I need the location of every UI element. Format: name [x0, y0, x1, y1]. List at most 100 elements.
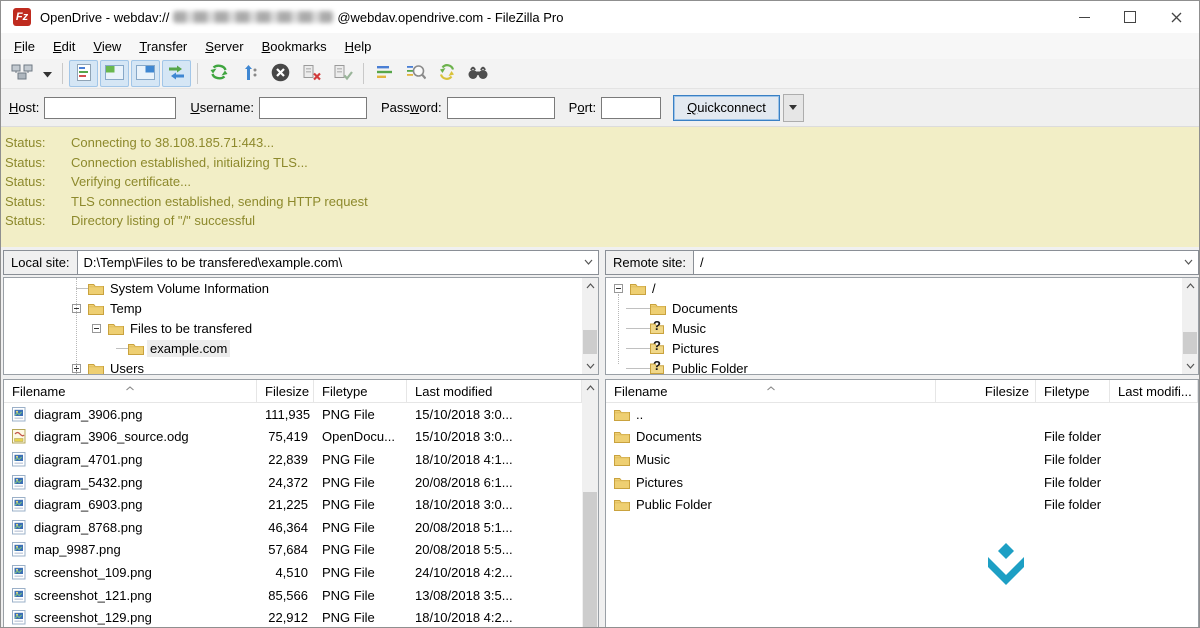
tree-connector: [632, 328, 650, 329]
file-row-screenshot-109-png[interactable]: screenshot_109.png4,510PNG File24/10/201…: [4, 561, 598, 584]
filter-icon: [376, 64, 394, 83]
menu-item-help[interactable]: Help: [336, 35, 381, 58]
remote-tree-scrollbar[interactable]: [1182, 278, 1198, 374]
process-queue-button[interactable]: [235, 60, 264, 87]
refresh-button[interactable]: [204, 60, 233, 87]
toggle-local-tree-button[interactable]: [100, 60, 129, 87]
menu-item-view[interactable]: View: [84, 35, 130, 58]
file-name-cell: Public Folder: [606, 497, 936, 513]
scroll-down-button[interactable]: [1182, 358, 1198, 374]
collapse-expander-icon[interactable]: [612, 284, 630, 293]
file-row-screenshot-121-png[interactable]: screenshot_121.png85,566PNG File13/08/20…: [4, 584, 598, 607]
reconnect-button[interactable]: [328, 60, 357, 87]
file-row-item[interactable]: ..: [606, 403, 1198, 426]
disconnect-button[interactable]: [297, 60, 326, 87]
column-header-filename[interactable]: Filename: [4, 380, 257, 402]
column-header-last-modifi[interactable]: Last modifi...: [1110, 380, 1198, 402]
menu-item-file[interactable]: File: [5, 35, 44, 58]
column-header-label: Filetype: [1044, 384, 1090, 399]
scroll-down-button[interactable]: [582, 358, 598, 374]
status-label: Status:: [5, 153, 71, 173]
column-header-filetype[interactable]: Filetype: [1036, 380, 1110, 402]
scroll-thumb[interactable]: [583, 330, 597, 354]
tree-item-example-com[interactable]: example.com: [4, 338, 598, 358]
directory-comparison-button[interactable]: [401, 60, 430, 87]
password-input[interactable]: [447, 97, 555, 119]
file-row-pictures[interactable]: PicturesFile folder: [606, 471, 1198, 494]
local-list-scrollbar[interactable]: [582, 380, 598, 628]
tree-item-pictures[interactable]: ?Pictures: [606, 338, 1198, 358]
scroll-up-button[interactable]: [582, 278, 598, 294]
toggle-transfer-queue-button[interactable]: [162, 60, 191, 87]
expand-expander-icon[interactable]: [70, 364, 88, 373]
local-tree-scrollbar[interactable]: [582, 278, 598, 374]
unknown-folder-icon: ?: [650, 322, 669, 334]
tree-item-system-volume-information[interactable]: System Volume Information: [4, 278, 598, 298]
tree-item-temp[interactable]: Temp: [4, 298, 598, 318]
file-name-cell: diagram_8768.png: [4, 519, 257, 535]
maximize-button[interactable]: [1107, 1, 1153, 33]
quickconnect-button[interactable]: Quickconnect: [673, 95, 780, 121]
file-row-map-9987-png[interactable]: map_9987.png57,684PNG File20/08/2018 5:5…: [4, 539, 598, 562]
port-label: Port:: [569, 100, 596, 115]
file-name-cell: screenshot_129.png: [4, 610, 257, 626]
file-row-diagram-3906-source-odg[interactable]: diagram_3906_source.odg75,419OpenDocu...…: [4, 426, 598, 449]
menu-item-edit[interactable]: Edit: [44, 35, 84, 58]
file-row-music[interactable]: MusicFile folder: [606, 448, 1198, 471]
username-input[interactable]: [259, 97, 367, 119]
column-header-filesize[interactable]: Filesize: [936, 380, 1036, 402]
tree-item-music[interactable]: ?Music: [606, 318, 1198, 338]
filter-button[interactable]: [370, 60, 399, 87]
local-site-path-combo[interactable]: D:\Temp\Files to be transfered\example.c…: [78, 250, 599, 275]
toggle-remote-tree-button[interactable]: [131, 60, 160, 87]
tree-item-public-folder[interactable]: ?Public Folder: [606, 358, 1198, 375]
scroll-up-button[interactable]: [582, 380, 598, 396]
column-header-last-modified[interactable]: Last modified: [407, 380, 582, 402]
collapse-expander-icon[interactable]: [90, 324, 108, 333]
menu-item-bookmarks[interactable]: Bookmarks: [253, 35, 336, 58]
site-manager-dropdown-button[interactable]: [38, 60, 56, 87]
site-manager-button[interactable]: [7, 60, 36, 87]
image-file-icon: [12, 519, 28, 535]
file-row-screenshot-129-png[interactable]: screenshot_129.png22,912PNG File18/10/20…: [4, 606, 598, 628]
column-header-filename[interactable]: Filename: [606, 380, 936, 402]
file-name-cell: diagram_5432.png: [4, 474, 257, 490]
quickconnect-dropdown-button[interactable]: [783, 94, 804, 122]
file-size-cell: 75,419: [257, 429, 314, 444]
port-input[interactable]: [601, 97, 661, 119]
file-row-diagram-4701-png[interactable]: diagram_4701.png22,839PNG File18/10/2018…: [4, 448, 598, 471]
tree-item-item[interactable]: /: [606, 278, 1198, 298]
collapse-expander-icon[interactable]: [70, 304, 88, 313]
image-file-icon: [12, 587, 28, 603]
host-input[interactable]: [44, 97, 176, 119]
scroll-up-button[interactable]: [1182, 278, 1198, 294]
file-size-cell: 21,225: [257, 497, 314, 512]
toggle-message-log-button[interactable]: [69, 60, 98, 87]
tree-item-label: Public Folder: [669, 360, 751, 376]
file-row-public-folder[interactable]: Public FolderFile folder: [606, 493, 1198, 516]
column-header-filetype[interactable]: Filetype: [314, 380, 407, 402]
close-button[interactable]: [1153, 1, 1199, 33]
scroll-thumb[interactable]: [583, 492, 597, 628]
window-title-suffix: @webdav.opendrive.com - FileZilla Pro: [337, 10, 563, 25]
tree-item-documents[interactable]: Documents: [606, 298, 1198, 318]
find-files-button[interactable]: [463, 60, 492, 87]
tree-item-files-to-be-transfered[interactable]: Files to be transfered: [4, 318, 598, 338]
scroll-thumb[interactable]: [1183, 332, 1197, 354]
synchronized-browsing-button[interactable]: [432, 60, 461, 87]
menu-item-transfer[interactable]: Transfer: [130, 35, 196, 58]
status-label: Status:: [5, 211, 71, 231]
image-file-icon: [12, 451, 28, 467]
remote-site-path-combo[interactable]: /: [694, 250, 1199, 275]
file-row-diagram-8768-png[interactable]: diagram_8768.png46,364PNG File20/08/2018…: [4, 516, 598, 539]
file-row-diagram-5432-png[interactable]: diagram_5432.png24,372PNG File20/08/2018…: [4, 471, 598, 494]
file-row-diagram-3906-png[interactable]: diagram_3906.png111,935PNG File15/10/201…: [4, 403, 598, 426]
tree-item-users[interactable]: Users: [4, 358, 598, 375]
minimize-button[interactable]: [1061, 1, 1107, 33]
column-header-filesize[interactable]: Filesize: [257, 380, 314, 402]
file-row-diagram-6903-png[interactable]: diagram_6903.png21,225PNG File18/10/2018…: [4, 493, 598, 516]
tree-connector-line: [618, 294, 619, 364]
file-row-documents[interactable]: DocumentsFile folder: [606, 426, 1198, 449]
cancel-operation-button[interactable]: [266, 60, 295, 87]
menu-item-server[interactable]: Server: [196, 35, 252, 58]
